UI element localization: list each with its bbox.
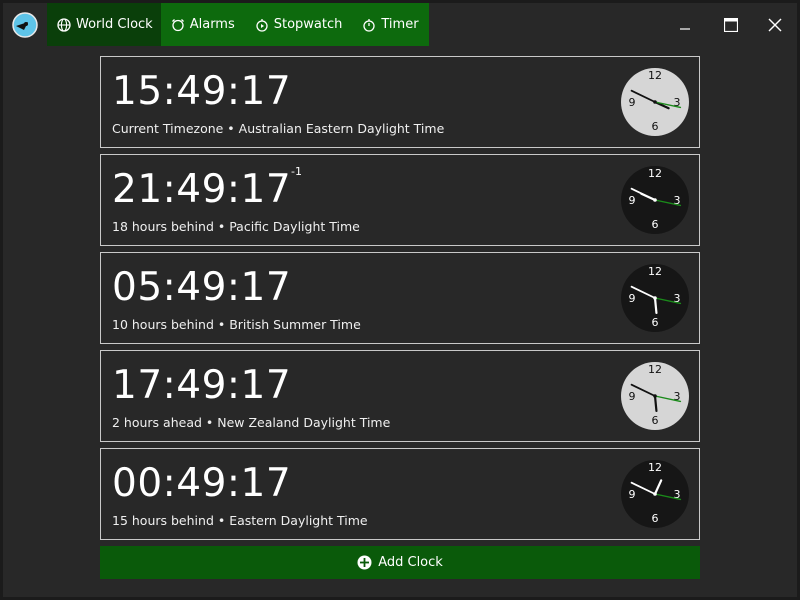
close-button[interactable] [753,3,797,46]
dial-label: 6 [652,414,659,427]
dial-label: 9 [629,488,636,501]
maximize-button[interactable] [709,3,753,46]
tab-alarms[interactable]: Alarms [161,3,245,46]
minimize-button[interactable] [663,3,707,46]
hour-hand [653,394,658,413]
clock-time: 21:49:17 [112,167,292,212]
tab-world-clock[interactable]: World Clock [47,3,161,46]
clock-card[interactable]: 05:49:17 10 hours behind • British Summe… [100,252,700,344]
dial-label: 12 [648,265,662,278]
hand-pivot [653,394,657,398]
clock-description: 10 hours behind • British Summer Time [112,317,361,332]
dial-label: 9 [629,390,636,403]
clock-description: 18 hours behind • Pacific Daylight Time [112,219,360,234]
hand-pivot [653,492,657,496]
close-icon [768,18,782,31]
add-clock-label: Add Clock [378,555,443,570]
maximize-icon [724,17,738,32]
tab-label: Timer [381,17,419,32]
clock-card[interactable]: 21:49:17 -1 18 hours behind • Pacific Da… [100,154,700,246]
stopwatch-icon [256,18,268,32]
dial-label: 6 [652,120,659,133]
hand-pivot [653,198,657,202]
dial-label: 6 [652,218,659,231]
dial-label: 12 [648,363,662,376]
dial-label: 9 [629,96,636,109]
clock-description: Current Timezone • Australian Eastern Da… [112,121,445,136]
clock-time: 15:49:17 [112,69,292,114]
app-logo-icon [12,12,38,38]
clock-time: 17:49:17 [112,363,292,408]
day-offset: -1 [291,165,302,178]
clock-card[interactable]: 00:49:17 15 hours behind • Eastern Dayli… [100,448,700,540]
analog-clock-face: 12369 [621,68,689,136]
tab-label: Alarms [189,17,235,32]
tab-label: Stopwatch [273,17,343,32]
add-clock-button[interactable]: Add Clock [100,546,700,579]
analog-clock-face: 12369 [621,362,689,430]
tab-stopwatch[interactable]: Stopwatch [245,3,353,46]
clock-card[interactable]: 15:49:17 Current Timezone • Australian E… [100,56,700,148]
app-window: World Clock Alarms Stopwatch Timer 15:49… [3,3,797,597]
minimize-icon [680,27,690,30]
clock-description: 2 hours ahead • New Zealand Daylight Tim… [112,415,391,430]
dial-label: 9 [629,194,636,207]
alarm-icon [171,18,184,31]
dial-label: 12 [648,69,662,82]
hand-pivot [653,100,657,104]
analog-clock-face: 12369 [621,264,689,332]
clock-card[interactable]: 17:49:17 2 hours ahead • New Zealand Day… [100,350,700,442]
title-bar: World Clock Alarms Stopwatch Timer [3,3,797,46]
dial-label: 6 [652,512,659,525]
dial-label: 9 [629,292,636,305]
add-icon [357,555,372,570]
dial-label: 12 [648,461,662,474]
hand-pivot [653,296,657,300]
timer-icon [363,18,376,32]
clock-time: 00:49:17 [112,461,292,506]
tab-bar: World Clock Alarms Stopwatch Timer [47,3,429,46]
tab-label: World Clock [76,17,153,32]
hour-hand [653,296,658,315]
analog-clock-face: 12369 [621,166,689,234]
analog-clock-face: 12369 [621,460,689,528]
dial-label: 6 [652,316,659,329]
globe-icon [57,17,71,32]
dial-label: 12 [648,167,662,180]
clock-time: 05:49:17 [112,265,292,310]
clock-description: 15 hours behind • Eastern Daylight Time [112,513,368,528]
tab-timer[interactable]: Timer [352,3,428,46]
